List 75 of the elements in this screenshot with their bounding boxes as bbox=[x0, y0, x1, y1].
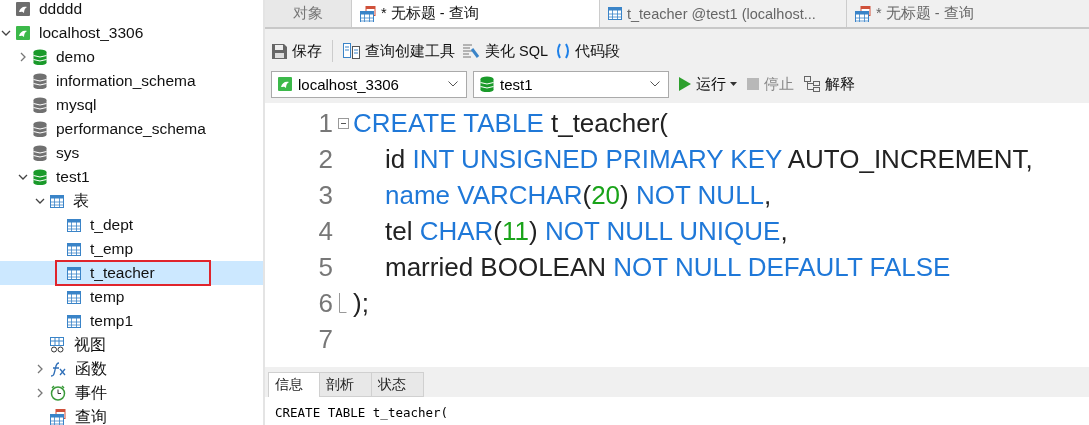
tree-item[interactable]: t_emp bbox=[90, 240, 134, 258]
toolbar-button[interactable]: 运行 bbox=[679, 74, 726, 94]
line-number: 5 bbox=[317, 251, 333, 283]
output-text: CREATE TABLE t_teacher( bbox=[275, 405, 450, 421]
tree-item[interactable]: temp1 bbox=[90, 312, 134, 330]
clock-icon bbox=[50, 385, 66, 401]
play-icon bbox=[679, 77, 691, 91]
tree-item[interactable]: demo bbox=[56, 48, 95, 66]
code-line: CREATE TABLE t_teacher( bbox=[353, 107, 669, 139]
caret-icon[interactable] bbox=[730, 82, 737, 86]
caret-icon bbox=[448, 81, 458, 87]
line-number: 6 bbox=[317, 287, 333, 319]
tab[interactable]: 剖析 bbox=[320, 372, 372, 397]
code-line: tel CHAR(11) NOT NULL UNIQUE, bbox=[385, 215, 788, 247]
parentheses-icon bbox=[556, 43, 571, 59]
builder-icon bbox=[343, 43, 360, 59]
dropdown-field[interactable]: localhost_3306 bbox=[271, 70, 467, 98]
tree-item[interactable]: 表 bbox=[73, 190, 89, 212]
beautify-icon bbox=[463, 43, 480, 59]
query-icon bbox=[50, 409, 66, 425]
tab[interactable]: * 无标题 - 查询 bbox=[846, 0, 1089, 27]
fold-toggle-icon[interactable] bbox=[337, 117, 349, 129]
toolbar-button[interactable]: 解释 bbox=[804, 74, 855, 94]
tree-item[interactable]: localhost_3306 bbox=[39, 24, 144, 42]
toolbar-button[interactable]: 美化 SQL bbox=[463, 41, 549, 61]
floppy-icon bbox=[272, 43, 287, 59]
database-icon bbox=[480, 76, 494, 92]
toolbar-button[interactable]: 查询创建工具 bbox=[343, 41, 455, 61]
tree-item[interactable]: performance_schema bbox=[56, 120, 206, 138]
tree-item[interactable]: sys bbox=[56, 144, 80, 162]
connection-icon bbox=[278, 77, 292, 91]
line-number: 1 bbox=[317, 107, 333, 139]
table-icon bbox=[67, 313, 81, 329]
tree-item[interactable]: test1 bbox=[56, 168, 90, 186]
table-icon bbox=[67, 265, 81, 281]
tree-item[interactable]: 查询 bbox=[75, 406, 107, 425]
tree-item[interactable]: 视图 bbox=[74, 334, 106, 356]
line-number: 3 bbox=[317, 179, 333, 211]
line-number: 7 bbox=[317, 323, 333, 355]
caret-icon bbox=[650, 81, 660, 87]
fold-end-icon bbox=[339, 293, 347, 313]
view-icon bbox=[50, 337, 65, 353]
tree-item[interactable]: t_teacher bbox=[90, 264, 155, 282]
tree-row-highlight[interactable]: t_teacher bbox=[0, 261, 263, 285]
line-number: 2 bbox=[317, 143, 333, 175]
tab[interactable]: 对象 bbox=[265, 0, 351, 27]
table-icon bbox=[67, 217, 81, 233]
tab[interactable]: 信息 bbox=[268, 372, 320, 397]
tab[interactable]: * 无标题 - 查询 bbox=[351, 0, 599, 27]
tree-item[interactable]: ddddd bbox=[39, 0, 83, 18]
dropdown-field[interactable]: test1 bbox=[473, 70, 669, 98]
tree-item[interactable]: t_dept bbox=[90, 216, 134, 234]
query-icon bbox=[360, 5, 376, 22]
stop-icon bbox=[747, 78, 759, 90]
function-icon bbox=[50, 361, 66, 377]
code-line: id INT UNSIGNED PRIMARY KEY AUTO_INCREMENT, bbox=[385, 143, 1033, 175]
table-icon bbox=[608, 6, 622, 21]
tab[interactable]: t_teacher @test1 (localhost... bbox=[599, 0, 846, 27]
code-line: married BOOLEAN NOT NULL DEFAULT FALSE bbox=[385, 251, 951, 283]
tree-item[interactable]: 事件 bbox=[75, 382, 107, 404]
table-icon bbox=[50, 193, 64, 209]
explain-icon bbox=[804, 76, 820, 92]
line-number: 4 bbox=[317, 215, 333, 247]
code-line: ); bbox=[353, 287, 369, 319]
tree-item[interactable]: temp bbox=[90, 288, 125, 306]
toolbar-button[interactable]: 保存 bbox=[272, 41, 322, 61]
tree-item[interactable]: information_schema bbox=[56, 72, 196, 90]
tab[interactable]: 状态 bbox=[372, 372, 424, 397]
table-icon bbox=[67, 289, 81, 305]
code-line: name VARCHAR(20) NOT NULL, bbox=[385, 179, 772, 211]
table-icon bbox=[67, 241, 81, 257]
tree-item[interactable]: mysql bbox=[56, 96, 97, 114]
query-icon bbox=[855, 5, 871, 22]
toolbar-button[interactable]: 代码段 bbox=[556, 41, 621, 61]
tree-item[interactable]: 函数 bbox=[75, 358, 107, 380]
